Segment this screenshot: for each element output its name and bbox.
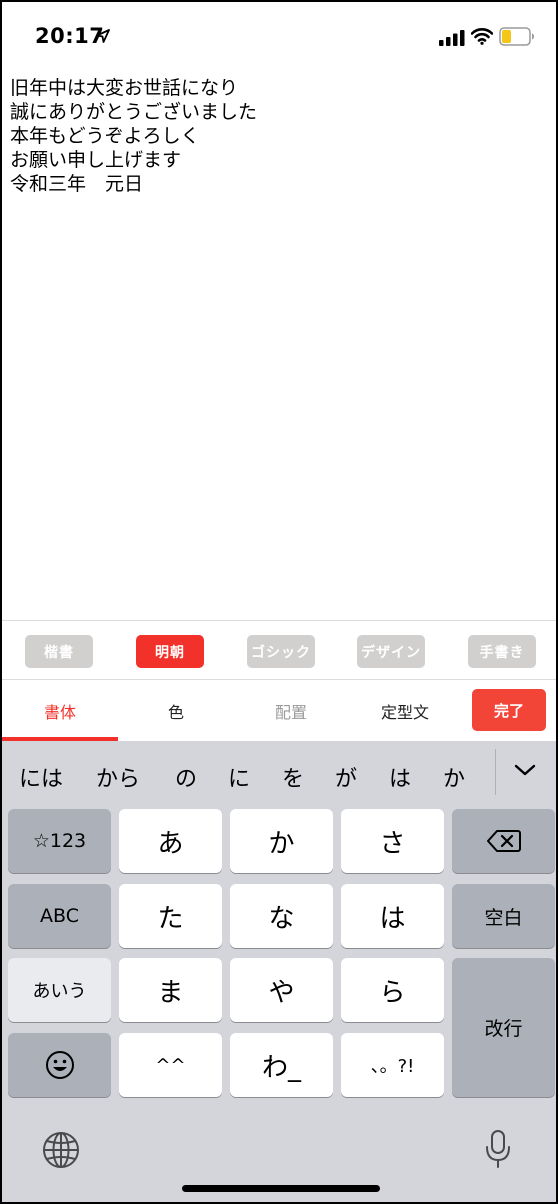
message-line: 令和三年 元日 bbox=[10, 173, 144, 195]
candidate-item[interactable]: には bbox=[19, 761, 63, 793]
key-ma[interactable]: ま bbox=[119, 958, 222, 1022]
tab-font[interactable]: 書体 bbox=[44, 699, 76, 723]
key-ta[interactable]: た bbox=[119, 884, 222, 948]
candidate-item[interactable]: は bbox=[389, 761, 411, 793]
font-style-bar: 楷書 明朝 ゴシック デザイン 手書き bbox=[2, 620, 556, 680]
candidate-item[interactable]: に bbox=[228, 761, 250, 793]
tab-templates[interactable]: 定型文 bbox=[381, 699, 429, 723]
space-key[interactable]: 空白 bbox=[452, 884, 555, 948]
message-text[interactable]: 旧年中は大変お世話になり 誠にありがとうございました 本年もどうぞよろしく お願… bbox=[10, 76, 550, 196]
font-gothic-button[interactable]: ゴシック bbox=[247, 635, 315, 668]
key-na[interactable]: な bbox=[230, 884, 333, 948]
candidate-item[interactable]: から bbox=[96, 761, 140, 793]
emoji-icon bbox=[45, 1051, 74, 1079]
symbols-key[interactable]: ☆123 bbox=[8, 809, 111, 873]
key-ha[interactable]: は bbox=[341, 884, 444, 948]
backspace-key[interactable] bbox=[452, 809, 555, 873]
candidate-item[interactable]: の bbox=[175, 761, 197, 793]
key-ka[interactable]: か bbox=[230, 809, 333, 873]
tab-color[interactable]: 色 bbox=[168, 699, 184, 723]
japanese-keyboard: には から の に を が は か ☆123 あ か さ ABC た な は 空… bbox=[2, 741, 556, 1202]
key-wa[interactable]: わ_ bbox=[230, 1033, 333, 1097]
tab-layout[interactable]: 配置 bbox=[275, 699, 307, 723]
globe-icon[interactable] bbox=[42, 1131, 80, 1169]
return-key[interactable]: 改行 bbox=[452, 958, 555, 1097]
message-line: 旧年中は大変お世話になり bbox=[10, 77, 239, 99]
font-handwriting-button[interactable]: 手書き bbox=[468, 635, 536, 668]
key-ra[interactable]: ら bbox=[341, 958, 444, 1022]
punctuation-key[interactable]: 、。?! bbox=[341, 1033, 444, 1097]
done-button[interactable]: 完了 bbox=[472, 689, 546, 731]
candidate-item[interactable]: を bbox=[282, 761, 304, 793]
font-mincho-button[interactable]: 明朝 bbox=[136, 635, 204, 668]
font-design-button[interactable]: デザイン bbox=[357, 635, 425, 668]
wifi-icon bbox=[471, 28, 493, 45]
font-kaisho-button[interactable]: 楷書 bbox=[25, 635, 93, 668]
status-time: 20:17 bbox=[35, 24, 105, 48]
key-sa[interactable]: さ bbox=[341, 809, 444, 873]
message-line: 本年もどうぞよろしく bbox=[10, 125, 200, 147]
candidate-bar: には から の に を が は か bbox=[2, 741, 556, 803]
kana-key[interactable]: あいう bbox=[8, 958, 111, 1022]
chevron-down-icon[interactable] bbox=[514, 761, 536, 779]
backspace-icon bbox=[486, 830, 521, 852]
dakuten-key[interactable]: ^^ bbox=[119, 1033, 222, 1097]
microphone-icon[interactable] bbox=[484, 1129, 512, 1169]
message-line: お願い申し上げます bbox=[10, 149, 182, 171]
message-line: 誠にありがとうございました bbox=[10, 101, 258, 123]
home-indicator bbox=[182, 1185, 380, 1192]
status-bar: 20:17 bbox=[2, 2, 556, 64]
settings-tab-bar: 書体 色 配置 定型文 完了 bbox=[2, 681, 556, 741]
abc-key[interactable]: ABC bbox=[8, 884, 111, 948]
candidate-divider bbox=[495, 749, 496, 795]
battery-icon bbox=[499, 27, 534, 46]
app-screen: 20:17 旧年中は大変お世話になり 誠にありがとうございました 本年もどうぞよ… bbox=[0, 0, 558, 1204]
cellular-signal-icon bbox=[439, 30, 465, 46]
candidate-item[interactable]: か bbox=[443, 761, 465, 793]
location-arrow-icon bbox=[96, 29, 110, 43]
key-ya[interactable]: や bbox=[230, 958, 333, 1022]
candidate-item[interactable]: が bbox=[335, 761, 357, 793]
emoji-key[interactable] bbox=[8, 1033, 111, 1097]
key-a[interactable]: あ bbox=[119, 809, 222, 873]
